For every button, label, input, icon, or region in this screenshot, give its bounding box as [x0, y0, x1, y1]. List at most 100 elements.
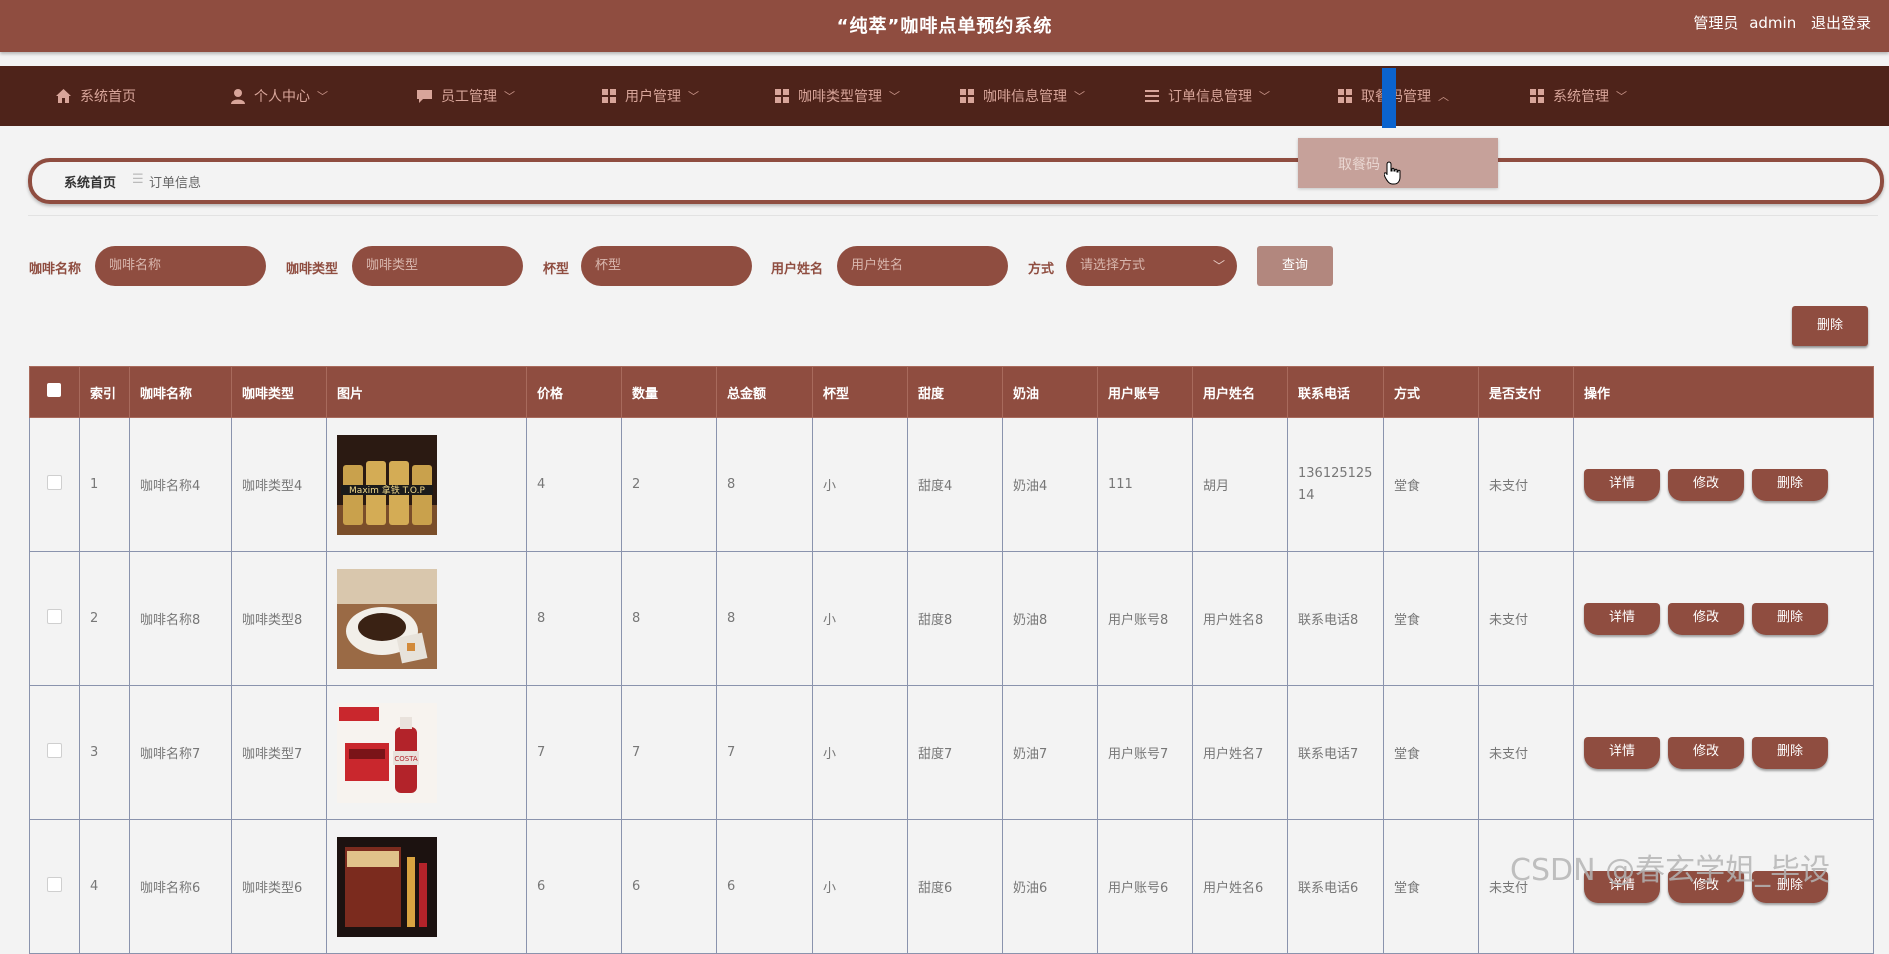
cell-coffee-name: 咖啡名称8 [129, 551, 232, 686]
cell-phone: 联系电话6 [1287, 819, 1384, 954]
dropdown-item-pickup-code[interactable]: 取餐码 [1338, 154, 1380, 174]
row-checkbox-cell[interactable] [29, 417, 80, 552]
detail-button[interactable]: 详情 [1584, 602, 1660, 635]
cell-account: 用户账号8 [1097, 551, 1193, 686]
chevron-down-icon: ﹀ [1616, 90, 1627, 103]
cell-coffee-type: 咖啡类型8 [231, 551, 327, 686]
column-header: 咖啡类型 [231, 366, 327, 418]
cell-sweetness: 甜度6 [907, 819, 1003, 954]
nav-item-personal-center[interactable]: 个人中心 ﹀ [231, 66, 328, 126]
cell-user-name: 用户姓名8 [1192, 551, 1288, 686]
coffee-type-input[interactable]: 咖啡类型 [352, 246, 523, 286]
cell-price: 6 [526, 819, 622, 954]
cell-image: COSTA [326, 685, 527, 820]
cell-coffee-type: 咖啡类型7 [231, 685, 327, 820]
cell-price: 8 [526, 551, 622, 686]
cell-phone: 联系电话7 [1287, 685, 1384, 820]
breadcrumb-home[interactable]: 系统首页 [64, 172, 116, 191]
column-header: 咖啡名称 [129, 366, 232, 418]
nav-item-system[interactable]: 系统管理 ﹀ [1530, 66, 1627, 126]
cell-cup: 小 [812, 685, 908, 820]
table-header-row: 索引 咖啡名称 咖啡类型 图片 价格 数量 总金额 杯型 甜度 奶油 用户账号 … [29, 366, 1874, 418]
select-all-checkbox[interactable] [47, 383, 61, 397]
cell-actions: 详情 修改 删除 [1573, 551, 1874, 686]
detail-button[interactable]: 详情 [1584, 468, 1660, 501]
phone-text: 13612512514 [1298, 465, 1373, 503]
column-header: 用户账号 [1097, 366, 1193, 418]
nav-label: 咖啡信息管理 [983, 89, 1067, 105]
detail-button[interactable]: 详情 [1584, 736, 1660, 769]
cell-coffee-name: 咖啡名称4 [129, 417, 232, 552]
column-header: 方式 [1383, 366, 1479, 418]
filter-label-user-name: 用户姓名 [771, 262, 824, 277]
delete-button[interactable]: 删除 [1752, 468, 1828, 501]
cell-quantity: 7 [621, 685, 717, 820]
edit-button[interactable]: 修改 [1668, 468, 1744, 501]
cell-index: 3 [79, 685, 130, 820]
filter-label-method: 方式 [1028, 262, 1055, 277]
row-checkbox[interactable] [46, 743, 62, 758]
cell-total: 8 [716, 417, 813, 552]
cell-cream: 奶油8 [1002, 551, 1098, 686]
grid-icon [960, 89, 974, 103]
cell-total: 8 [716, 551, 813, 686]
main-nav: 系统首页 个人中心 ﹀ 员工管理 ﹀ 用户管理 ﹀ 咖啡类型管理 ﹀ 咖啡信息管理 ﹀ 订… [0, 66, 1889, 126]
row-checkbox-cell[interactable] [29, 819, 80, 954]
nav-item-staff[interactable]: 员工管理 ﹀ [417, 66, 515, 126]
logout-link[interactable]: 退出登录 [1811, 14, 1871, 32]
cell-method: 堂食 [1383, 417, 1479, 552]
nav-item-users[interactable]: 用户管理 ﹀ [602, 66, 699, 126]
chevron-down-icon: ﹀ [1074, 90, 1085, 103]
user-name-input[interactable]: 用户姓名 [837, 246, 1008, 286]
delete-button[interactable]: 删除 [1752, 736, 1828, 769]
grid-icon [1338, 89, 1352, 103]
column-header: 甜度 [907, 366, 1003, 418]
edit-button[interactable]: 修改 [1668, 736, 1744, 769]
cell-index: 1 [79, 417, 130, 552]
username: admin [1749, 14, 1797, 32]
cell-price: 7 [526, 685, 622, 820]
cell-cup: 小 [812, 417, 908, 552]
cell-cream: 奶油7 [1002, 685, 1098, 820]
column-header: 索引 [79, 366, 130, 418]
batch-delete-button[interactable]: 删除 [1792, 306, 1868, 346]
cell-coffee-name: 咖啡名称6 [129, 819, 232, 954]
cell-account: 111 [1097, 417, 1193, 552]
delete-button[interactable]: 删除 [1752, 602, 1828, 635]
product-image-cup [337, 568, 437, 669]
breadcrumb-separator-icon: ☰ [132, 172, 144, 187]
home-icon [56, 89, 71, 103]
select-all-checkbox-cell[interactable] [29, 366, 80, 418]
nav-item-coffee-info[interactable]: 咖啡信息管理 ﹀ [960, 66, 1085, 126]
cell-actions: 详情 修改 删除 [1573, 685, 1874, 820]
grid-icon [602, 89, 616, 103]
breadcrumb: 系统首页 ☰ 订单信息 [28, 158, 1884, 204]
query-button[interactable]: 查询 [1257, 246, 1333, 286]
row-checkbox[interactable] [46, 609, 62, 624]
row-checkbox[interactable] [46, 475, 62, 490]
nav-item-home[interactable]: 系统首页 [56, 66, 136, 126]
method-select[interactable]: 请选择方式 ﹀ [1066, 246, 1237, 286]
cell-total: 6 [716, 819, 813, 954]
cell-sweetness: 甜度7 [907, 685, 1003, 820]
row-checkbox-cell[interactable] [29, 551, 80, 686]
user-icon [231, 88, 245, 104]
nav-item-orders[interactable]: 订单信息管理 ﹀ [1145, 66, 1270, 126]
row-checkbox[interactable] [46, 877, 62, 892]
cell-paid: 未支付 [1478, 551, 1574, 686]
chevron-down-icon: ﹀ [889, 90, 900, 103]
nav-label: 系统首页 [80, 89, 136, 105]
cell-total: 7 [716, 685, 813, 820]
nav-item-coffee-type[interactable]: 咖啡类型管理 ﹀ [775, 66, 900, 126]
cell-image: Maxim 拿铁 T.O.P [326, 417, 527, 552]
cell-cream: 奶油4 [1002, 417, 1098, 552]
column-header: 用户姓名 [1192, 366, 1288, 418]
row-checkbox-cell[interactable] [29, 685, 80, 820]
active-nav-marker [1382, 68, 1396, 128]
cell-cup: 小 [812, 551, 908, 686]
chevron-down-icon: ﹀ [1212, 259, 1225, 273]
cup-input[interactable]: 杯型 [581, 246, 752, 286]
cell-quantity: 8 [621, 551, 717, 686]
edit-button[interactable]: 修改 [1668, 602, 1744, 635]
coffee-name-input[interactable]: 咖啡名称 [95, 246, 266, 286]
